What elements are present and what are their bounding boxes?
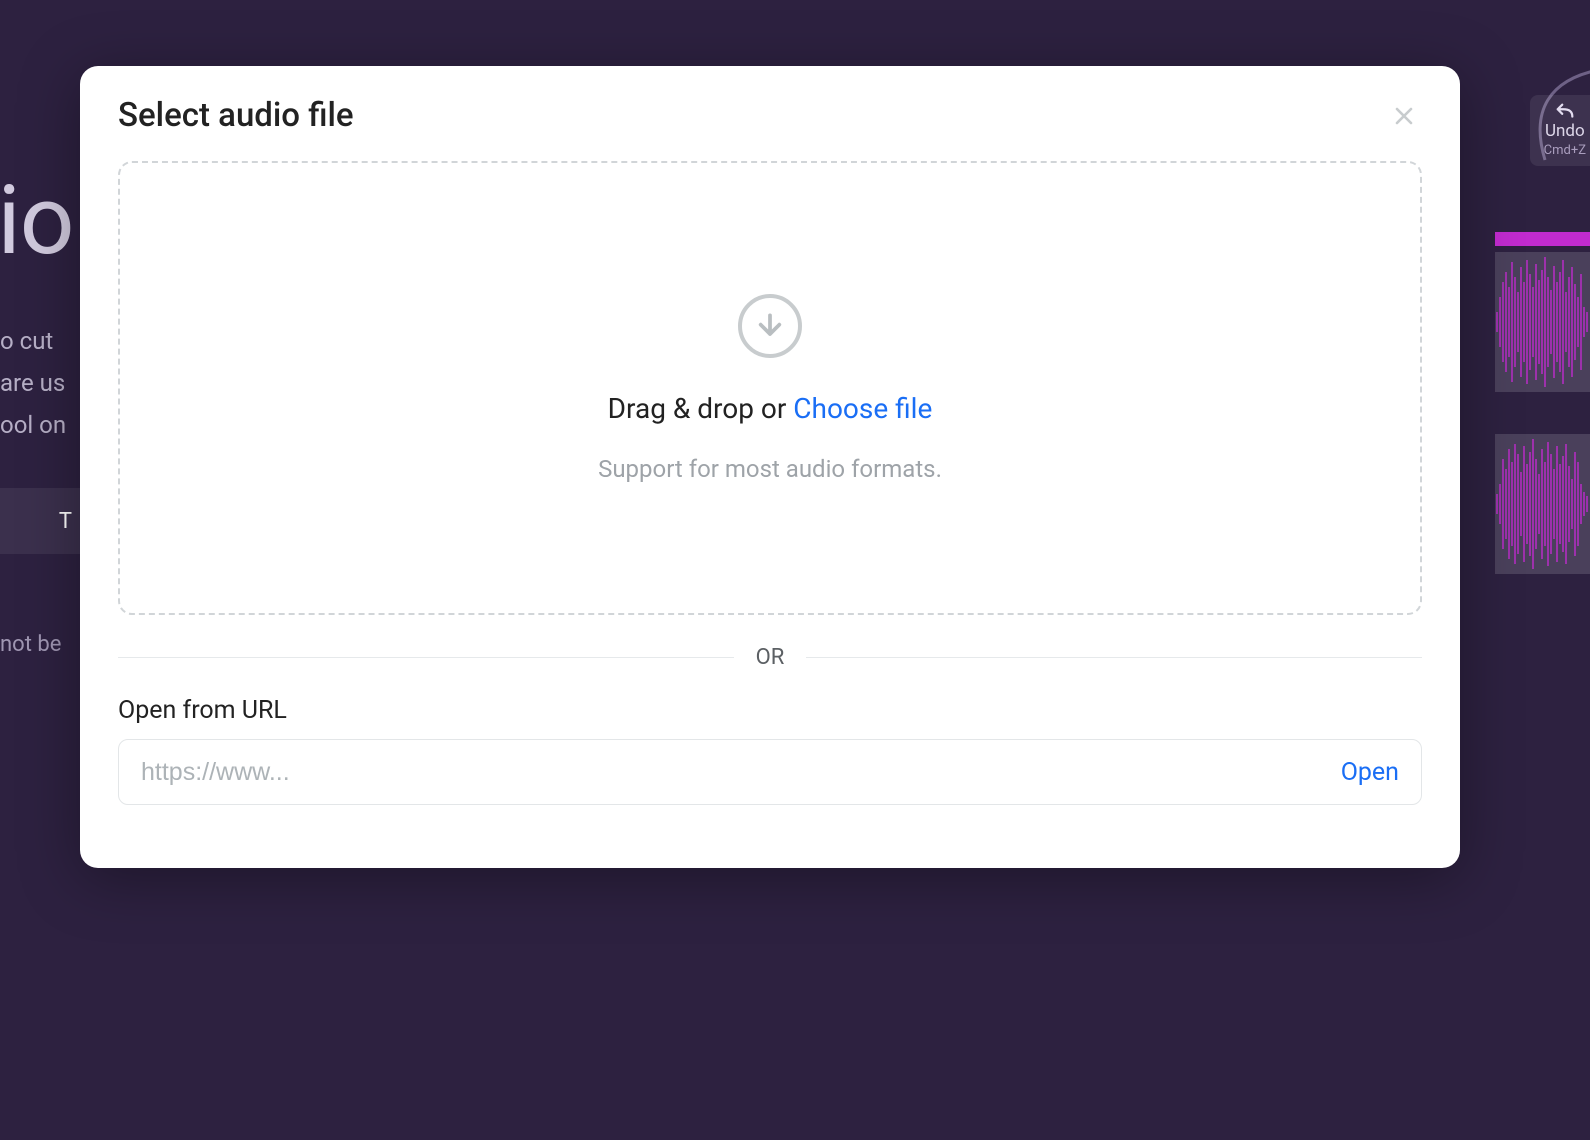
close-icon — [1392, 104, 1416, 128]
url-section-label: Open from URL — [118, 696, 1422, 725]
open-url-button[interactable]: Open — [1325, 758, 1399, 787]
download-arrow-icon — [738, 294, 802, 358]
waveform-track — [1495, 252, 1590, 392]
divider-line — [806, 657, 1422, 658]
divider: OR — [118, 645, 1422, 670]
dropzone-main-text: Drag & drop or Choose file — [608, 392, 933, 425]
bg-description: o cut are us ool on — [0, 320, 66, 446]
undo-shortcut: Cmd+Z — [1544, 143, 1586, 158]
bg-note-fragment: not be — [0, 632, 61, 657]
url-input[interactable] — [141, 758, 1325, 787]
undo-icon — [1554, 103, 1576, 121]
track-accent-bar — [1495, 232, 1590, 246]
select-audio-modal: Select audio file Drag & drop or Choose … — [80, 66, 1460, 868]
bg-button-fragment: T — [0, 488, 84, 554]
bg-title-fragment: lio — [0, 165, 73, 277]
bg-desc-line: ool on — [0, 404, 66, 446]
undo-toolbar: Undo Cmd+Z — [1530, 95, 1590, 166]
undo-button[interactable]: Undo Cmd+Z — [1530, 95, 1590, 166]
waveform-track — [1495, 434, 1590, 574]
modal-header: Select audio file — [118, 96, 1422, 135]
file-dropzone[interactable]: Drag & drop or Choose file Support for m… — [118, 161, 1422, 615]
choose-file-link[interactable]: Choose file — [793, 392, 932, 425]
divider-label: OR — [734, 645, 807, 670]
waveform-preview-area — [1495, 232, 1590, 582]
dropzone-subtext: Support for most audio formats. — [598, 455, 942, 483]
modal-title: Select audio file — [118, 96, 354, 135]
bg-desc-line: o cut — [0, 320, 66, 362]
bg-desc-line: are us — [0, 362, 66, 404]
dropzone-text: Drag & drop or — [608, 392, 794, 425]
undo-label: Undo — [1545, 121, 1585, 141]
close-button[interactable] — [1386, 98, 1422, 134]
divider-line — [118, 657, 734, 658]
url-input-row: Open — [118, 739, 1422, 805]
